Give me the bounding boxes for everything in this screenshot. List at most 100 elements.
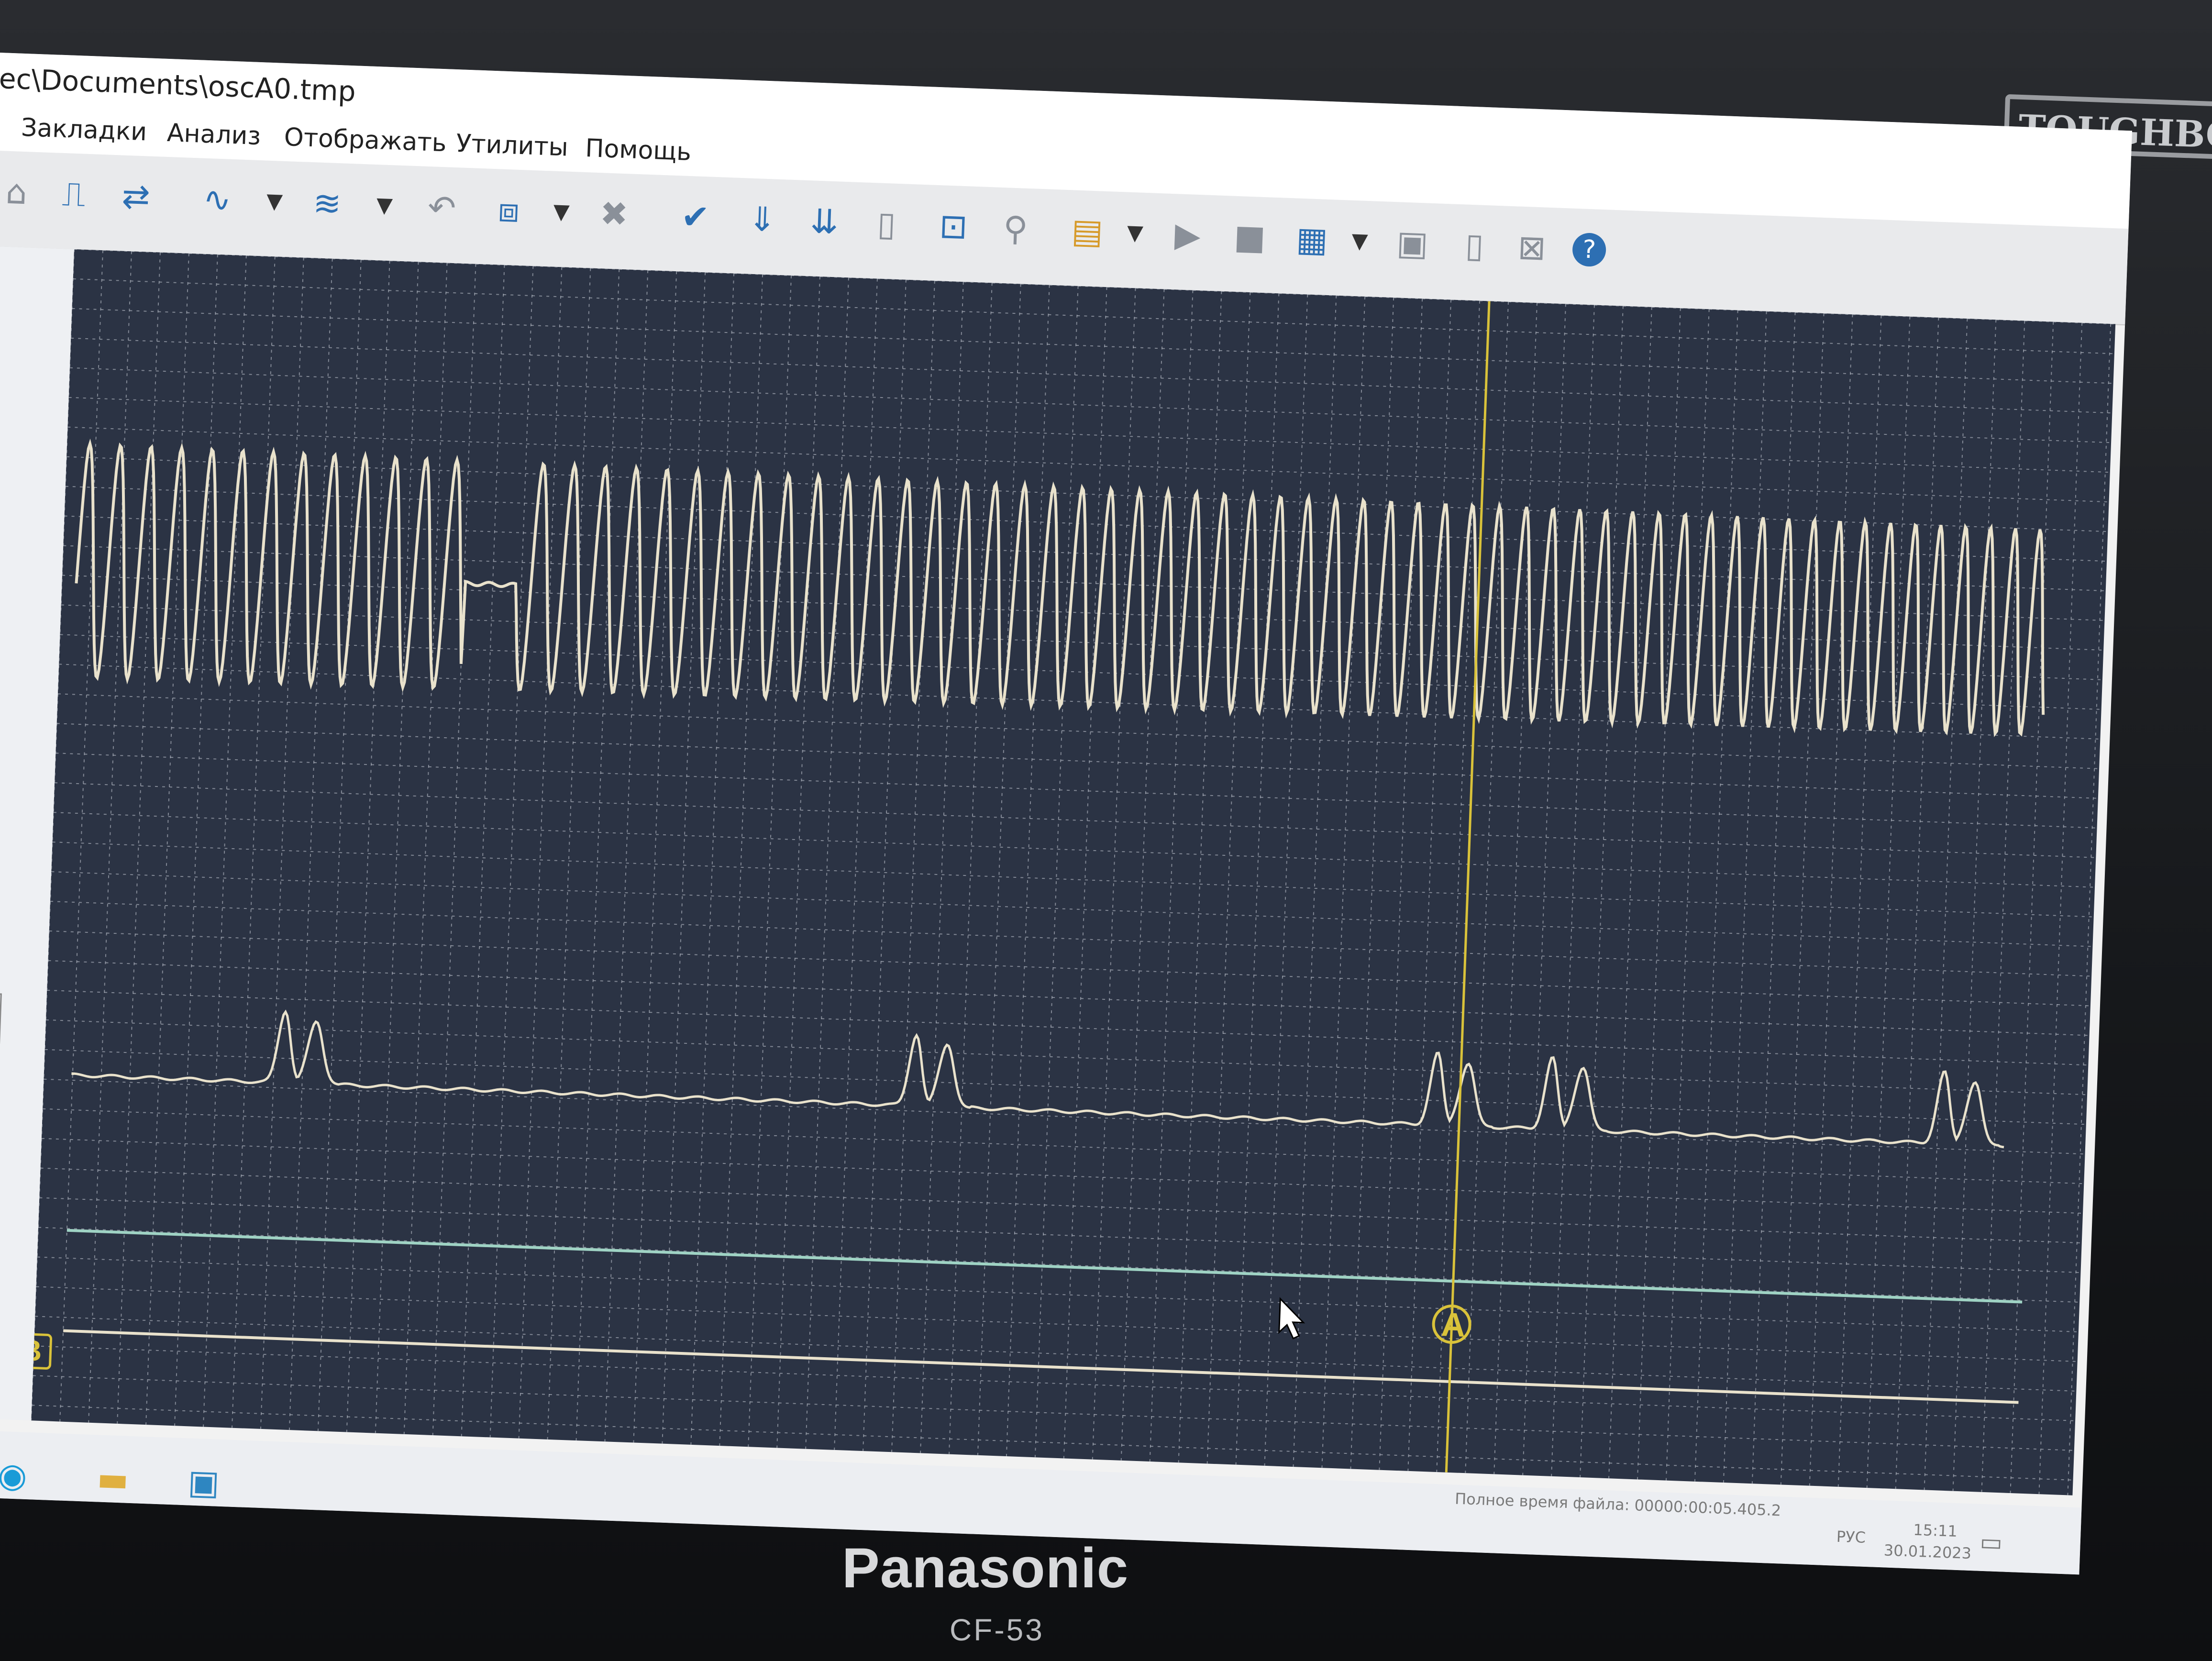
grid-line-horizontal — [67, 426, 2109, 503]
grid-line-vertical — [1063, 287, 1107, 1459]
grid-line-vertical — [518, 267, 563, 1439]
grid-line-vertical — [1637, 308, 1681, 1480]
waveform2-icon[interactable]: ≋ — [305, 181, 349, 226]
gray-box-icon[interactable]: ▣ — [1390, 221, 1435, 266]
grid-line-vertical — [2038, 322, 2083, 1495]
gray-x-icon[interactable]: ⊠ — [1510, 225, 1554, 270]
grid-line-vertical — [203, 255, 247, 1427]
menu-bookmarks[interactable]: Закладки — [21, 113, 147, 147]
grid-line-horizontal — [71, 337, 2112, 414]
abc-play-icon[interactable]: ▶ — [1165, 213, 1210, 257]
screenshot-icon[interactable]: ⧈ — [487, 188, 531, 233]
cursor-a-label: A — [1440, 1306, 1466, 1344]
explorer-icon[interactable]: ▬ — [91, 1459, 135, 1499]
grid-line-horizontal — [35, 1316, 2077, 1392]
check-down2-icon[interactable]: ⇊ — [802, 199, 847, 244]
gray-page-icon[interactable]: ▯ — [1452, 223, 1497, 268]
delete-icon[interactable]: ✖ — [592, 192, 636, 236]
grid-line-horizontal — [51, 871, 2093, 947]
edge-icon[interactable]: ◉ — [0, 1455, 35, 1495]
panel-collapse-button[interactable]: ▸ — [0, 992, 2, 1044]
check-icon[interactable]: ✔ — [673, 195, 718, 239]
grid-line-horizontal — [55, 753, 2097, 829]
menu-analysis[interactable]: Анализ — [166, 119, 261, 151]
grid-line-vertical — [1006, 285, 1050, 1457]
grid-line-vertical — [1407, 299, 1452, 1471]
grid-line-vertical — [461, 265, 505, 1437]
grid-line-vertical — [1493, 303, 1537, 1474]
oscilloscope-plot[interactable]: 1342AB — [31, 249, 2116, 1495]
grid-line-vertical — [88, 251, 132, 1423]
grid-line-vertical — [748, 275, 792, 1447]
grid-line-vertical — [1465, 301, 1509, 1473]
grid-line-vertical — [948, 283, 993, 1454]
grid-line-vertical — [1379, 299, 1423, 1470]
grid-line-vertical — [633, 271, 677, 1443]
grid-line-vertical — [1321, 296, 1366, 1468]
abc-display-icon[interactable]: ▦ — [1290, 217, 1334, 262]
grid-line-vertical — [1436, 300, 1481, 1473]
grid-line-vertical — [174, 254, 218, 1426]
grid-line-vertical — [1809, 314, 1853, 1486]
help-icon[interactable]: ? — [1571, 232, 1607, 267]
grid-line-horizontal — [49, 930, 2090, 1007]
page-icon[interactable]: ▯ — [864, 202, 909, 246]
undo-icon[interactable]: ↶ — [420, 185, 464, 230]
grid-line-vertical — [891, 280, 935, 1452]
chevron-down-icon[interactable]: ▼ — [262, 179, 287, 223]
menu-utilities[interactable]: Утилиты — [456, 129, 569, 162]
chevron-down-icon[interactable]: ▼ — [1347, 220, 1372, 264]
plot-canvas: 1342AB — [31, 249, 2116, 1495]
grid-line-vertical — [1092, 288, 1136, 1460]
grid-line-vertical — [662, 272, 706, 1444]
abc-open-icon[interactable]: ▤ — [1065, 209, 1109, 254]
notification-icon[interactable]: ▭ — [1980, 1528, 2003, 1557]
grid-line-horizontal — [48, 960, 2090, 1036]
channel-4-trace — [66, 1229, 2023, 1304]
channel-icon[interactable]: ⇄ — [114, 174, 158, 219]
grid-line-vertical — [403, 263, 448, 1434]
chevron-down-icon[interactable]: ▼ — [1122, 211, 1148, 255]
chevron-down-icon[interactable]: ▼ — [372, 184, 397, 228]
abc-stop-icon[interactable]: ■ — [1228, 215, 1272, 259]
grid-line-vertical — [1235, 293, 1280, 1465]
check-down-icon[interactable]: ⇓ — [740, 197, 785, 242]
grid-line-horizontal — [53, 812, 2095, 888]
grid-line-horizontal — [44, 1078, 2085, 1155]
grid-line-vertical — [776, 277, 820, 1448]
window-title: ec\Documents\oscA0.tmp — [0, 62, 356, 108]
grid-line-horizontal — [36, 1286, 2078, 1362]
grid-line-horizontal — [61, 604, 2102, 680]
chevron-down-icon[interactable]: ▼ — [549, 190, 574, 234]
grid-line-vertical — [1149, 290, 1194, 1462]
scope-app-icon[interactable]: ▣ — [181, 1462, 226, 1502]
clock-date[interactable]: 30.01.2023 — [1883, 1541, 1971, 1562]
grid-line-vertical — [260, 257, 304, 1429]
clock-time[interactable]: 15:11 — [1913, 1521, 1958, 1540]
grid-line-horizontal — [50, 901, 2092, 977]
menu-display[interactable]: Отображать — [284, 123, 447, 157]
grid-line-horizontal — [55, 782, 2096, 858]
grid-line-vertical — [1924, 319, 1968, 1490]
grid-line-vertical — [2010, 321, 2054, 1494]
zoom-area-icon[interactable]: ⊡ — [931, 204, 975, 249]
language-indicator[interactable]: РУС — [1836, 1528, 1866, 1547]
home-icon[interactable]: ⌂ — [0, 170, 39, 214]
grid-line-horizontal — [60, 634, 2101, 710]
grid-line-horizontal — [37, 1256, 2079, 1333]
grid-line-vertical — [288, 258, 333, 1430]
magnify-icon[interactable]: ⚲ — [993, 206, 1038, 251]
grid-line-vertical — [575, 269, 620, 1441]
grid-line-vertical — [117, 252, 161, 1424]
grid-line-vertical — [1178, 291, 1222, 1463]
cursor-a-line — [1445, 301, 1491, 1473]
menu-help[interactable]: Помощь — [585, 134, 692, 166]
grid-line-vertical — [1866, 316, 1911, 1488]
grid-line-horizontal — [56, 723, 2098, 799]
grid-line-vertical — [1551, 305, 1595, 1476]
grid-line-vertical — [1895, 317, 1939, 1489]
pulse-icon[interactable]: ⎍ — [52, 172, 96, 216]
grid-line-vertical — [1350, 298, 1394, 1469]
waveform-icon[interactable]: ∿ — [195, 177, 239, 221]
grid-line-horizontal — [33, 1375, 2074, 1451]
